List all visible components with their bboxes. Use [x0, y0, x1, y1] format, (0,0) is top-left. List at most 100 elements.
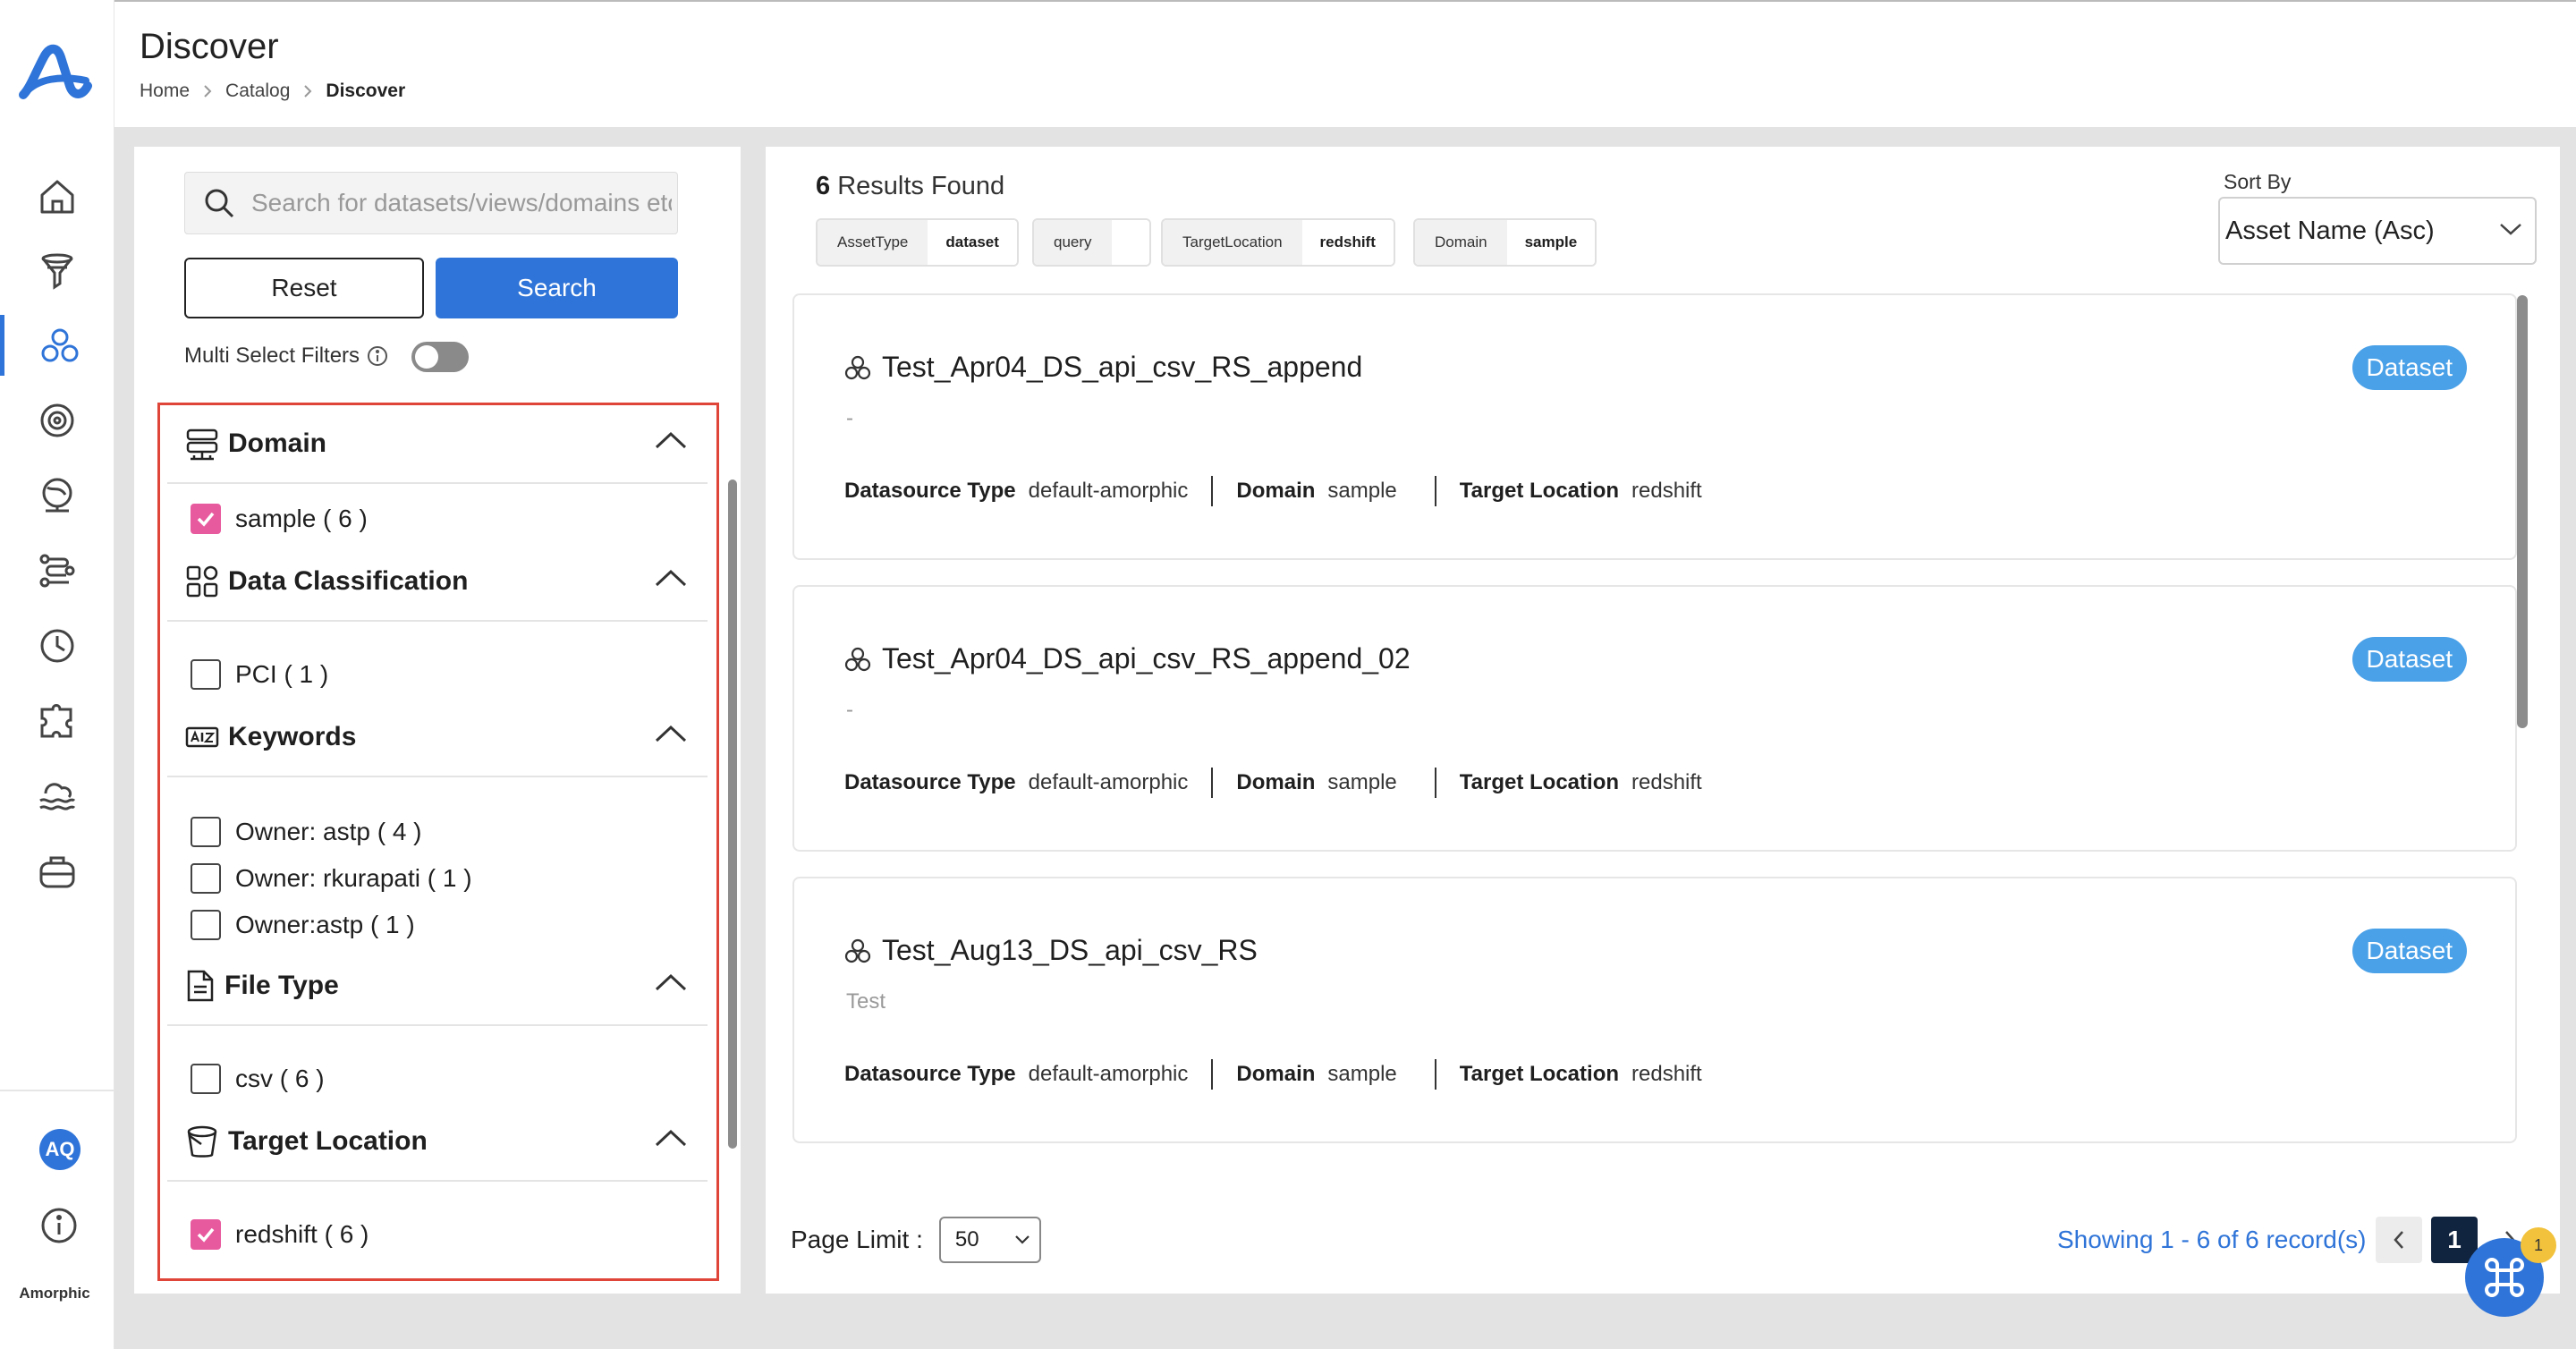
section-title: File Type — [225, 971, 339, 1000]
asset-name[interactable]: Test_Apr04_DS_api_csv_RS_append — [844, 351, 1362, 384]
user-avatar[interactable]: AQ — [39, 1129, 80, 1170]
filter-scrollbar[interactable] — [728, 479, 737, 1149]
info-icon[interactable] — [39, 1206, 79, 1245]
result-card[interactable]: Test_Aug13_DS_api_csv_RS Test Dataset Da… — [792, 877, 2517, 1143]
filter-section-domain[interactable]: Domain — [167, 405, 708, 484]
filter-option[interactable]: Owner: astp ( 4 ) — [191, 817, 422, 847]
nav-flow-icon[interactable] — [0, 540, 114, 601]
filter-section-keywords[interactable]: Keywords — [167, 699, 708, 777]
multi-select-label: Multi Select Filters — [184, 344, 360, 368]
nav-target-icon[interactable] — [0, 390, 114, 451]
checkbox-checked[interactable] — [191, 504, 221, 534]
option-label: sample ( 6 ) — [235, 505, 368, 532]
search-button[interactable]: Search — [436, 258, 678, 318]
option-label: Owner: rkurapati ( 1 ) — [235, 864, 472, 892]
info-icon[interactable] — [367, 345, 388, 367]
prev-page-button[interactable] — [2376, 1217, 2422, 1263]
filter-option[interactable]: sample ( 6 ) — [191, 504, 368, 534]
nav-puzzle-icon[interactable] — [0, 691, 114, 751]
asset-title[interactable]: Test_Apr04_DS_api_csv_RS_append_02 — [882, 642, 1411, 675]
checkbox[interactable] — [191, 659, 221, 690]
nav-globe-icon[interactable] — [0, 465, 114, 526]
asset-description: Test — [846, 989, 886, 1014]
asset-type-badge: Dataset — [2351, 345, 2467, 390]
meta-divider — [1434, 1059, 1436, 1090]
dataset-icon — [844, 647, 871, 672]
chevron-up-icon[interactable] — [654, 430, 688, 450]
filter-chip-query[interactable]: query — [1032, 218, 1151, 267]
filter-option[interactable]: csv ( 6 ) — [191, 1064, 325, 1094]
meta-value: redshift — [1631, 479, 1702, 503]
result-card[interactable]: Test_Apr04_DS_api_csv_RS_append_02 - Dat… — [792, 585, 2517, 852]
amorphic-logo-icon[interactable] — [18, 39, 95, 104]
nav-funnel-icon[interactable] — [0, 242, 114, 302]
meta-label: Target Location — [1459, 770, 1620, 794]
section-title: Domain — [228, 428, 327, 458]
reset-button[interactable]: Reset — [184, 258, 424, 318]
nav-catalog-icon[interactable] — [0, 315, 114, 376]
filter-option[interactable]: PCI ( 1 ) — [191, 659, 328, 690]
asset-name[interactable]: Test_Aug13_DS_api_csv_RS — [844, 934, 1258, 967]
asset-type-badge: Dataset — [2351, 637, 2467, 682]
filter-option[interactable]: Owner:astp ( 1 ) — [191, 910, 415, 940]
toggle-knob — [415, 345, 438, 369]
checkbox[interactable] — [191, 1064, 221, 1094]
search-input[interactable] — [251, 189, 672, 217]
nav-divider — [0, 1090, 114, 1091]
chip-value: dataset — [928, 220, 1017, 265]
meta-label: Domain — [1236, 770, 1316, 794]
breadcrumb-discover: Discover — [326, 81, 406, 101]
asset-meta: Datasource Type default-amorphic Domain … — [844, 1059, 1702, 1090]
page-header: Discover Home Catalog Discover — [114, 0, 2576, 127]
chevron-up-icon[interactable] — [654, 568, 688, 588]
breadcrumb-catalog[interactable]: Catalog — [225, 81, 290, 102]
option-label: csv ( 6 ) — [235, 1065, 325, 1092]
results-scrollbar[interactable] — [2517, 295, 2528, 728]
section-title: Data Classification — [228, 566, 469, 596]
asset-title[interactable]: Test_Apr04_DS_api_csv_RS_append — [882, 351, 1362, 384]
section-title: Keywords — [228, 722, 357, 751]
result-card[interactable]: Test_Apr04_DS_api_csv_RS_append - Datase… — [792, 293, 2517, 560]
meta-divider — [1211, 476, 1214, 506]
filter-chip-assettype[interactable]: AssetType dataset — [816, 218, 1019, 267]
filter-option[interactable]: Owner: rkurapati ( 1 ) — [191, 863, 472, 894]
asset-name[interactable]: Test_Apr04_DS_api_csv_RS_append_02 — [844, 642, 1411, 675]
asset-description: - — [846, 698, 853, 722]
search-box[interactable] — [184, 172, 678, 234]
chevron-up-icon[interactable] — [654, 724, 688, 743]
nav-lake-icon[interactable] — [0, 766, 114, 827]
chevron-down-icon — [1014, 1234, 1030, 1245]
checkbox-checked[interactable] — [191, 1219, 221, 1250]
page-title: Discover — [140, 27, 279, 66]
filter-section-file-type[interactable]: File Type — [167, 947, 708, 1026]
page-limit-select[interactable]: 50 — [938, 1217, 1041, 1263]
chevron-right-icon — [302, 84, 313, 98]
meta-value: sample — [1327, 770, 1397, 794]
checkbox[interactable] — [191, 863, 221, 894]
filter-section-data-classification[interactable]: Data Classification — [167, 543, 708, 622]
chevron-up-icon[interactable] — [654, 972, 688, 992]
filter-section-target-location[interactable]: Target Location — [167, 1103, 708, 1182]
filter-chip-domain[interactable]: Domain sample — [1413, 218, 1597, 267]
results-number: 6 — [816, 172, 831, 200]
nav-home-icon[interactable] — [0, 166, 114, 227]
multi-select-filters: Multi Select Filters — [184, 344, 388, 369]
chevron-up-icon[interactable] — [654, 1128, 688, 1148]
meta-divider — [1211, 1059, 1214, 1090]
checkbox[interactable] — [191, 910, 221, 940]
multi-select-toggle[interactable] — [411, 342, 469, 372]
sort-by-select[interactable]: Asset Name (Asc) — [2218, 197, 2537, 265]
filter-chip-targetlocation[interactable]: TargetLocation redshift — [1161, 218, 1395, 267]
asset-title[interactable]: Test_Aug13_DS_api_csv_RS — [882, 934, 1258, 967]
filter-option[interactable]: redshift ( 6 ) — [191, 1219, 369, 1250]
option-label: redshift ( 6 ) — [235, 1220, 369, 1248]
nav-briefcase-icon[interactable] — [0, 841, 114, 902]
chip-value: sample — [1506, 220, 1596, 265]
chip-key: query — [1034, 220, 1112, 265]
nav-clock-icon[interactable] — [0, 615, 114, 676]
meta-value: sample — [1327, 1062, 1397, 1086]
page-limit-label: Page Limit : — [791, 1226, 923, 1253]
checkbox[interactable] — [191, 817, 221, 847]
meta-value: redshift — [1631, 770, 1702, 794]
breadcrumb-home[interactable]: Home — [140, 81, 190, 102]
